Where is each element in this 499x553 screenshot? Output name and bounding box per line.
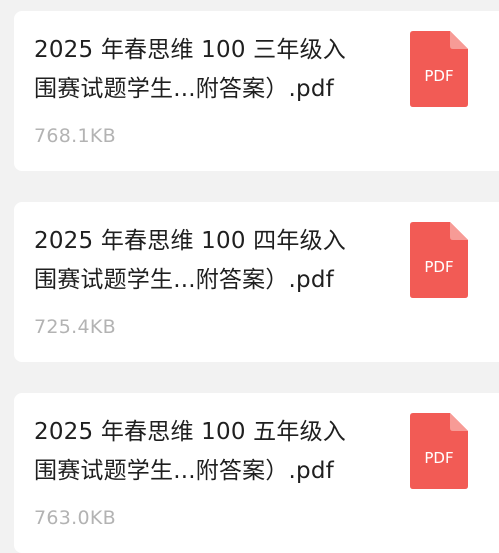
file-list: 2025 年春思维 100 三年级入 围赛试题学生...附答案）.pdf 768… (0, 0, 499, 553)
pdf-file-icon-graphic: PDF (410, 413, 468, 489)
pdf-file-icon[interactable]: PDF (410, 413, 468, 489)
file-name-line-1: 2025 年春思维 100 三年级入 (34, 37, 346, 63)
pdf-file-icon-graphic: PDF (410, 31, 468, 107)
pdf-icon-label: PDF (424, 67, 453, 85)
file-name-line-2: 围赛试题学生...附答案）.pdf (34, 267, 334, 293)
file-name[interactable]: 2025 年春思维 100 五年级入 围赛试题学生...附答案）.pdf (34, 413, 394, 491)
file-name[interactable]: 2025 年春思维 100 三年级入 围赛试题学生...附答案）.pdf (34, 31, 394, 109)
file-name-line-2: 围赛试题学生...附答案）.pdf (34, 458, 334, 484)
file-size: 725.4KB (34, 316, 116, 338)
file-size: 763.0KB (34, 507, 116, 529)
pdf-icon-label: PDF (424, 449, 453, 467)
file-size: 768.1KB (34, 125, 116, 147)
file-card[interactable]: 2025 年春思维 100 四年级入 围赛试题学生...附答案）.pdf 725… (14, 202, 499, 362)
pdf-icon-folded-corner (450, 222, 468, 240)
file-card[interactable]: 2025 年春思维 100 五年级入 围赛试题学生...附答案）.pdf 763… (14, 393, 499, 553)
pdf-file-icon[interactable]: PDF (410, 222, 468, 298)
pdf-file-icon-graphic: PDF (410, 222, 468, 298)
pdf-file-icon[interactable]: PDF (410, 31, 468, 107)
file-name-line-2: 围赛试题学生...附答案）.pdf (34, 76, 334, 102)
pdf-icon-folded-corner (450, 31, 468, 49)
pdf-icon-label: PDF (424, 258, 453, 276)
file-name-line-1: 2025 年春思维 100 四年级入 (34, 228, 346, 254)
pdf-icon-folded-corner (450, 413, 468, 431)
file-name-line-1: 2025 年春思维 100 五年级入 (34, 419, 346, 445)
file-card[interactable]: 2025 年春思维 100 三年级入 围赛试题学生...附答案）.pdf 768… (14, 11, 499, 171)
file-name[interactable]: 2025 年春思维 100 四年级入 围赛试题学生...附答案）.pdf (34, 222, 394, 300)
